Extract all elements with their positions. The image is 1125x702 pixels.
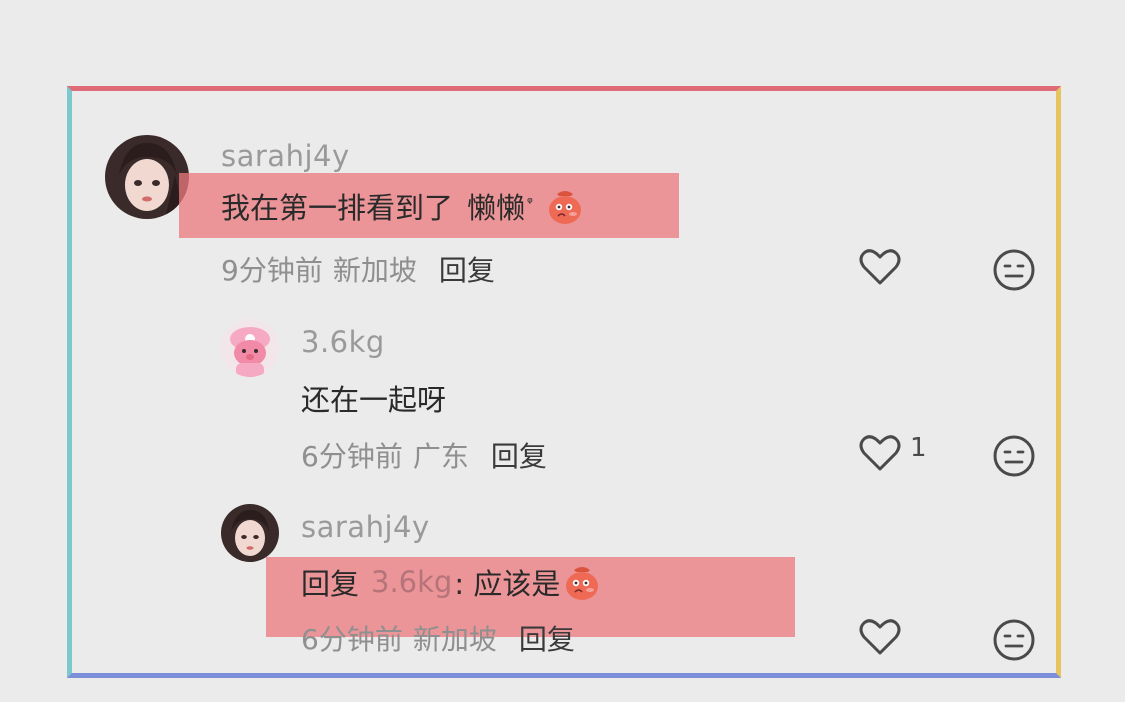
timestamp: 9分钟前 — [221, 254, 323, 287]
location: 新加坡 — [412, 623, 497, 656]
dislike-button[interactable] — [992, 618, 1036, 662]
user-avatar[interactable] — [221, 319, 279, 377]
location: 广东 — [412, 440, 469, 473]
comment-body: 还在一起呀 — [301, 383, 447, 417]
red-blushing-bag-emoji — [562, 562, 602, 602]
user-avatar[interactable] — [105, 135, 189, 219]
timestamp: 6分钟前 — [301, 440, 403, 473]
red-blushing-bag-emoji — [545, 186, 585, 226]
comment-text: 回复 3.6kg : 应该是 — [301, 557, 602, 607]
reply-button[interactable]: 回复 — [519, 623, 575, 656]
neutral-face-icon — [993, 249, 1035, 291]
like-button[interactable] — [858, 247, 902, 287]
comment-meta: 6分钟前 广东 回复 — [301, 435, 547, 475]
comment-section-frame: sarahj4y 我在第一排看到了 懒懒 ᵠ 9分钟前 新加坡 回复 3.6kg… — [67, 86, 1061, 678]
dislike-button[interactable] — [992, 248, 1036, 292]
comment-meta: 9分钟前 新加坡 回复 — [221, 249, 495, 289]
reply-prefix: 回复 — [301, 567, 360, 601]
search-icon: ᵠ — [527, 195, 533, 212]
neutral-face-icon — [993, 435, 1035, 477]
dislike-button[interactable] — [992, 434, 1036, 478]
search-tag-link[interactable]: 懒懒 ᵠ — [467, 185, 533, 227]
reply-button[interactable]: 回复 — [439, 254, 495, 287]
username[interactable]: sarahj4y — [301, 510, 430, 544]
user-avatar[interactable] — [221, 504, 279, 562]
location: 新加坡 — [332, 254, 417, 287]
like-button[interactable] — [858, 617, 902, 657]
comment-text: 我在第一排看到了 懒懒 ᵠ — [221, 181, 585, 231]
like-button[interactable]: 1 — [858, 433, 927, 473]
comment-body: : 应该是 — [454, 567, 561, 601]
timestamp: 6分钟前 — [301, 623, 403, 656]
mention-link[interactable]: 3.6kg — [371, 565, 452, 599]
comment-text: 还在一起呀 — [301, 373, 446, 423]
username[interactable]: sarahj4y — [221, 139, 350, 173]
reply-button[interactable]: 回复 — [491, 440, 547, 473]
username[interactable]: 3.6kg — [301, 325, 385, 359]
heart-outline-icon — [859, 435, 901, 471]
comment-body: 我在第一排看到了 — [221, 191, 454, 225]
heart-outline-icon — [859, 249, 901, 285]
heart-outline-icon — [859, 619, 901, 655]
neutral-face-icon — [993, 619, 1035, 661]
like-count: 1 — [910, 433, 927, 463]
comment-meta: 6分钟前 新加坡 回复 — [301, 618, 575, 658]
